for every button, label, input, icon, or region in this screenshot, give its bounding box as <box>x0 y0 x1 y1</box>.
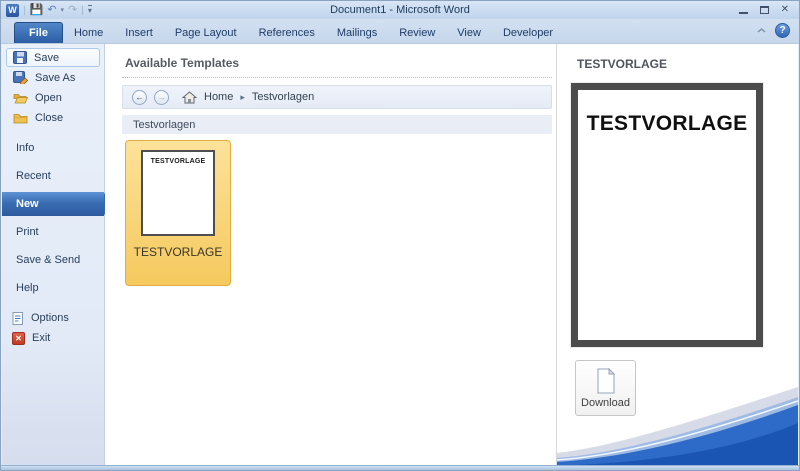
word-logo-icon[interactable]: W <box>6 4 19 17</box>
undo-dropdown-icon[interactable]: ▾ <box>61 6 65 14</box>
backstage-nav: Info Recent New Print Save & Send Help <box>2 134 104 302</box>
breadcrumb: ← → Home ▸ Testvorlagen <box>122 85 552 109</box>
breadcrumb-home[interactable]: Home <box>204 91 233 103</box>
tab-insert[interactable]: Insert <box>114 22 164 43</box>
exit-icon: ✕ <box>12 332 25 345</box>
sidebar-item-help[interactable]: Help <box>2 274 104 302</box>
sidebar-item-save-and-send[interactable]: Save & Send <box>2 246 104 274</box>
undo-icon[interactable]: ↶ <box>47 5 56 16</box>
template-preview: TESTVORLAGE <box>571 83 763 347</box>
tab-home[interactable]: Home <box>63 22 114 43</box>
tab-mailings[interactable]: Mailings <box>326 22 388 43</box>
save-icon[interactable]: 💾 <box>30 5 44 16</box>
download-label: Download <box>581 397 630 409</box>
section-title: Testvorlagen <box>133 119 195 131</box>
save-floppy-icon <box>13 51 27 64</box>
download-button[interactable]: Download <box>575 360 636 416</box>
sidebar-item-label: Options <box>31 312 69 324</box>
tab-developer[interactable]: Developer <box>492 22 564 43</box>
divider <box>122 77 552 78</box>
window-title: Document1 - Microsoft Word <box>1 4 799 16</box>
template-thumbnail: TESTVORLAGE <box>141 150 215 236</box>
breadcrumb-current[interactable]: Testvorlagen <box>252 91 314 103</box>
sidebar-item-label: Save As <box>35 72 75 84</box>
sidebar-item-label: Close <box>35 112 63 124</box>
minimize-button[interactable] <box>739 7 748 14</box>
sidebar-item-save-as[interactable]: Save As <box>6 68 100 87</box>
customize-qat-icon[interactable]: ▾ <box>88 5 92 15</box>
help-icon[interactable]: ? <box>775 23 790 38</box>
window-bottom-edge <box>1 465 799 470</box>
home-icon[interactable] <box>182 91 197 104</box>
template-tile-testvorlage[interactable]: TESTVORLAGE TESTVORLAGE <box>125 140 231 286</box>
sidebar-item-new[interactable]: New <box>2 192 104 216</box>
tab-view[interactable]: View <box>446 22 492 43</box>
backstage-view: Save Save As Open Close Info Recent New … <box>2 44 798 465</box>
sidebar-item-label: Open <box>35 92 62 104</box>
options-icon <box>12 312 24 325</box>
qat-separator: | <box>23 5 26 16</box>
open-folder-icon <box>13 92 28 104</box>
back-icon[interactable]: ← <box>132 90 147 105</box>
download-document-icon <box>596 368 616 394</box>
ribbon-right-controls: ? <box>757 23 790 38</box>
tab-review[interactable]: Review <box>388 22 446 43</box>
sidebar-item-close[interactable]: Close <box>6 108 100 127</box>
template-name: TESTVORLAGE <box>134 245 223 259</box>
close-folder-icon <box>13 112 28 124</box>
sidebar-item-open[interactable]: Open <box>6 88 100 107</box>
collapse-ribbon-icon[interactable] <box>757 28 766 33</box>
preview-title: TESTVORLAGE <box>577 57 798 71</box>
title-bar: W | 💾 ↶ ▾ ↷ | ▾ Document1 - Microsoft Wo… <box>1 1 799 19</box>
redo-icon[interactable]: ↷ <box>68 5 77 16</box>
sidebar-item-label: Exit <box>32 332 50 344</box>
maximize-button[interactable] <box>760 6 769 14</box>
close-button[interactable]: ✕ <box>781 5 789 15</box>
sidebar-item-recent[interactable]: Recent <box>2 162 104 190</box>
section-header: Testvorlagen <box>122 115 552 134</box>
backstage-footer: Options ✕ Exit <box>2 308 104 348</box>
tab-file[interactable]: File <box>14 22 63 43</box>
sidebar-item-options[interactable]: Options <box>2 308 104 328</box>
sidebar-item-save[interactable]: Save <box>6 48 100 67</box>
save-as-icon <box>13 71 28 84</box>
page-title: Available Templates <box>125 56 552 70</box>
ribbon-tab-row: File Home Insert Page Layout References … <box>1 19 799 44</box>
template-thumbnail-title: TESTVORLAGE <box>143 158 213 165</box>
quick-access-toolbar: W | 💾 ↶ ▾ ↷ | ▾ <box>1 4 92 17</box>
preview-pane: TESTVORLAGE TESTVORLAGE Download <box>556 44 798 465</box>
sidebar-item-print[interactable]: Print <box>2 218 104 246</box>
tab-page-layout[interactable]: Page Layout <box>164 22 248 43</box>
window-controls: ✕ <box>739 5 799 15</box>
backstage-sidebar: Save Save As Open Close Info Recent New … <box>2 44 105 465</box>
forward-icon[interactable]: → <box>154 90 169 105</box>
qat-separator: | <box>81 5 84 16</box>
breadcrumb-separator-icon: ▸ <box>240 92 245 103</box>
tab-references[interactable]: References <box>248 22 326 43</box>
sidebar-item-info[interactable]: Info <box>2 134 104 162</box>
word-window: W | 💾 ↶ ▾ ↷ | ▾ Document1 - Microsoft Wo… <box>0 0 800 471</box>
sidebar-item-label: Save <box>34 52 59 64</box>
preview-page-title: TESTVORLAGE <box>578 90 756 136</box>
templates-panel: Available Templates ← → Home ▸ Testvorla… <box>105 44 556 465</box>
sidebar-item-exit[interactable]: ✕ Exit <box>2 328 104 348</box>
